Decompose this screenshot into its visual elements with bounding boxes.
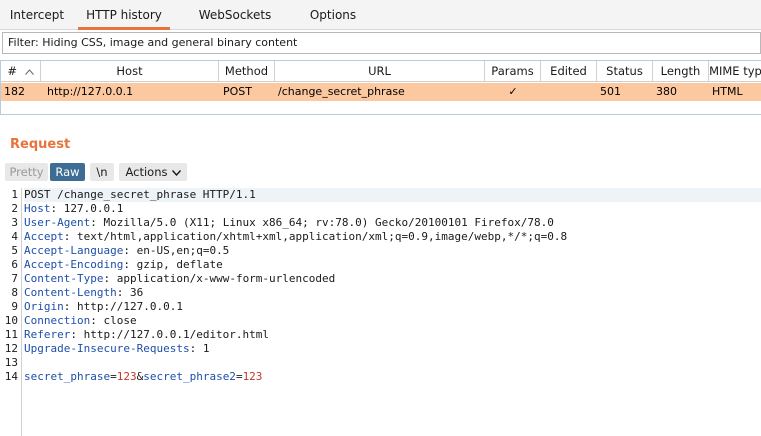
header-name: Origin [24, 300, 64, 313]
header-value: Mozilla/5.0 (X11; Linux x86_64; rv:78.0)… [103, 216, 554, 229]
cell-status: 501 [600, 85, 621, 98]
line-number: 11 [4, 328, 18, 341]
header-line: Accept-Language: en-US,en;q=0.5 [24, 244, 230, 257]
chevron-down-icon [171, 165, 181, 183]
cell-edited [541, 83, 597, 101]
tab-options[interactable]: Options [300, 0, 366, 30]
table-header: # Host Method URL Params Edited Status L… [1, 61, 761, 82]
column-header-params[interactable]: Params [485, 61, 541, 82]
line-number: 14 [4, 370, 18, 383]
cell-url: /change_secret_phrase [278, 85, 405, 98]
cell-method: POST [223, 85, 252, 98]
line-number: 8 [11, 286, 18, 299]
column-header-length[interactable]: Length [653, 61, 709, 82]
header-value: http://127.0.0.1/editor.html [83, 328, 270, 341]
column-header-mime-type[interactable]: MIME type [709, 61, 761, 82]
sort-ascending-icon [24, 61, 34, 82]
cell-num: 182 [4, 85, 25, 98]
header-line: Content-Type: application/x-www-form-url… [24, 272, 336, 285]
line-number: 7 [11, 272, 18, 285]
tab-websockets-history[interactable]: WebSockets history [178, 0, 292, 52]
line-number: 3 [11, 216, 18, 229]
body-param-value: 123 [242, 370, 263, 383]
tab-bar: Intercept HTTP history WebSockets histor… [0, 0, 761, 52]
header-name: Accept-Encoding [24, 258, 124, 271]
header-line: Accept-Encoding: gzip, deflate [24, 258, 223, 271]
header-name: Accept-Language [24, 244, 124, 257]
line-number: 10 [4, 314, 18, 327]
line-number: 9 [11, 300, 18, 313]
header-name: Content-Type [24, 272, 104, 285]
line-number: 12 [4, 342, 18, 355]
cell-params-check-icon: ✓ [508, 85, 518, 98]
cell-mime-type: HTML [712, 85, 743, 98]
header-name: Accept [24, 230, 64, 243]
request-line: POST /change_secret_phrase HTTP/1.1 [24, 188, 761, 202]
line-number-gutter: 1 2 3 4 5 6 7 8 9 10 11 12 13 14 [0, 188, 22, 436]
header-line: Referer: http://127.0.0.1/editor.html [24, 328, 270, 341]
header-value: text/html,application/xhtml+xml,applicat… [77, 230, 568, 243]
header-line: Connection: close [24, 314, 137, 327]
line-number: 13 [4, 356, 18, 369]
body-param-value: 123 [116, 370, 137, 383]
header-line: Host: 127.0.0.1 [24, 202, 124, 215]
table-row[interactable]: 182 http://127.0.0.1 POST /change_secret… [1, 83, 761, 101]
column-header-num[interactable]: # [1, 61, 41, 82]
header-value: 127.0.0.1 [63, 202, 124, 215]
header-value: 1 [202, 342, 210, 355]
header-value: gzip, deflate [136, 258, 223, 271]
header-value: 36 [129, 286, 144, 299]
column-header-host[interactable]: Host [41, 61, 219, 82]
header-name: User-Agent [24, 216, 91, 229]
actions-dropdown[interactable]: Actions [119, 163, 187, 181]
raw-button[interactable]: Raw [50, 163, 85, 181]
pretty-button[interactable]: Pretty [5, 163, 48, 181]
line-number: 5 [11, 244, 18, 257]
line-number: 1 [11, 188, 18, 201]
header-line: User-Agent: Mozilla/5.0 (X11; Linux x86_… [24, 216, 554, 229]
column-header-method[interactable]: Method [219, 61, 275, 82]
header-line: Content-Length: 36 [24, 286, 144, 299]
header-name: Host [24, 202, 51, 215]
column-header-url[interactable]: URL [275, 61, 485, 82]
header-name: Connection [24, 314, 91, 327]
request-panel-title: Request [10, 137, 71, 152]
body-param-name: secret_phrase [24, 370, 111, 383]
actions-label: Actions [125, 165, 168, 179]
header-name: Upgrade-Insecure-Requests [24, 342, 190, 355]
filter-bar[interactable]: Filter: Hiding CSS, image and general bi… [2, 32, 761, 54]
header-value: application/x-www-form-urlencoded [116, 272, 336, 285]
header-line: Accept: text/html,application/xhtml+xml,… [24, 230, 568, 243]
request-editor[interactable]: 1 2 3 4 5 6 7 8 9 10 11 12 13 14 POST /c… [0, 188, 761, 436]
header-value: en-US,en;q=0.5 [136, 244, 230, 257]
cell-host: http://127.0.0.1 [47, 85, 134, 98]
header-value: http://127.0.0.1 [77, 300, 183, 313]
history-table: # Host Method URL Params Edited Status L… [0, 60, 761, 115]
header-name: Referer [24, 328, 71, 341]
header-value: close [103, 314, 137, 327]
column-header-status[interactable]: Status [597, 61, 653, 82]
column-header-edited[interactable]: Edited [541, 61, 597, 82]
line-number: 6 [11, 258, 18, 271]
line-number: 2 [11, 202, 18, 215]
header-line: Origin: http://127.0.0.1 [24, 300, 183, 313]
line-number: 4 [11, 230, 18, 243]
request-body-line: secret_phrase=123&secret_phrase2=123 [24, 370, 263, 383]
header-line: Upgrade-Insecure-Requests: 1 [24, 342, 210, 355]
tab-http-history[interactable]: HTTP history [78, 0, 170, 30]
cell-length: 380 [656, 85, 677, 98]
show-newlines-button[interactable]: \n [90, 163, 114, 181]
tab-intercept[interactable]: Intercept [4, 0, 70, 30]
body-param-name: secret_phrase2 [143, 370, 236, 383]
header-name: Content-Length [24, 286, 117, 299]
